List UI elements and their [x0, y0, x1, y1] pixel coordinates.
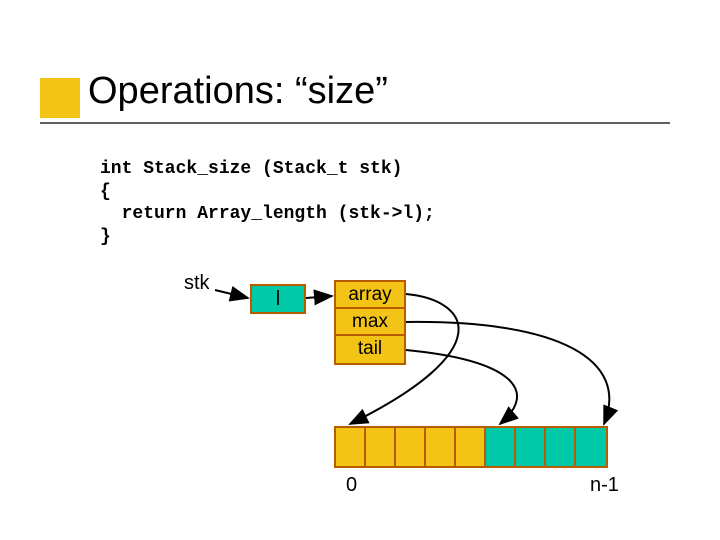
buffer-array — [334, 426, 608, 468]
index-first: 0 — [346, 474, 357, 497]
code-line: return Array_length (stk->l); — [100, 204, 435, 224]
field-l: l — [250, 284, 306, 314]
buffer-cell — [546, 428, 576, 466]
label-stk: stk — [184, 272, 210, 295]
buffer-cell — [396, 428, 426, 466]
buffer-cell — [336, 428, 366, 466]
arrow-stk-to-l — [215, 290, 248, 298]
code-line: } — [100, 227, 111, 247]
buffer-cell — [426, 428, 456, 466]
code-block: int Stack_size (Stack_t stk) { return Ar… — [100, 158, 435, 248]
field-max: max — [336, 309, 404, 336]
code-line: { — [100, 182, 111, 202]
index-last: n-1 — [590, 474, 619, 497]
arrow-max-to-end — [406, 322, 609, 424]
array-struct: array max tail — [334, 280, 406, 365]
arrow-l-to-struct — [306, 296, 332, 298]
buffer-cell — [486, 428, 516, 466]
code-line: int Stack_size (Stack_t stk) — [100, 159, 402, 179]
title-underline — [40, 122, 670, 124]
slide-title: Operations: “size” — [88, 70, 388, 113]
buffer-cell — [456, 428, 486, 466]
title-accent — [40, 78, 80, 118]
buffer-cell — [576, 428, 606, 466]
arrow-tail-to-tail — [406, 350, 517, 424]
buffer-cell — [366, 428, 396, 466]
field-tail: tail — [336, 336, 404, 363]
field-array: array — [336, 282, 404, 309]
buffer-cell — [516, 428, 546, 466]
